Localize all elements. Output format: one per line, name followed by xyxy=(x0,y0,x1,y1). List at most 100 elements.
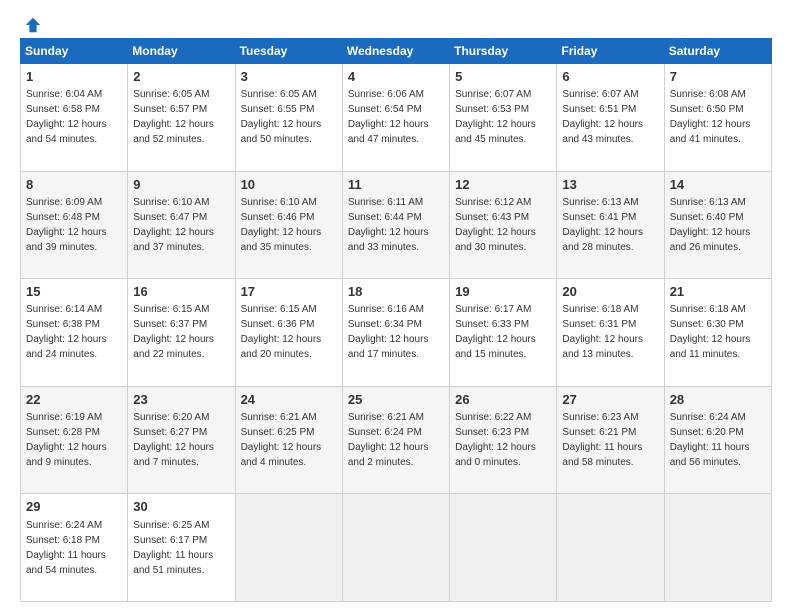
day-sunrise: Sunrise: 6:25 AM xyxy=(133,520,209,531)
day-sunrise: Sunrise: 6:14 AM xyxy=(26,304,102,315)
logo-icon xyxy=(24,16,42,34)
calendar-cell xyxy=(342,494,449,602)
day-number: 22 xyxy=(26,391,122,409)
day-number: 14 xyxy=(670,176,766,194)
day-daylight: Daylight: 12 hours and 28 minutes. xyxy=(562,227,643,253)
day-sunrise: Sunrise: 6:22 AM xyxy=(455,412,531,423)
day-sunrise: Sunrise: 6:18 AM xyxy=(562,304,638,315)
day-sunrise: Sunrise: 6:24 AM xyxy=(670,412,746,423)
calendar-cell: 10 Sunrise: 6:10 AM Sunset: 6:46 PM Dayligh… xyxy=(235,171,342,279)
col-header-sunday: Sunday xyxy=(21,39,128,64)
day-sunset: Sunset: 6:24 PM xyxy=(348,427,422,438)
day-number: 28 xyxy=(670,391,766,409)
day-daylight: Daylight: 12 hours and 43 minutes. xyxy=(562,119,643,145)
day-sunrise: Sunrise: 6:06 AM xyxy=(348,89,424,100)
col-header-monday: Monday xyxy=(128,39,235,64)
day-number: 10 xyxy=(241,176,337,194)
day-daylight: Daylight: 12 hours and 35 minutes. xyxy=(241,227,322,253)
calendar-cell: 19Sunrise: 6:17 AMSunset: 6:33 PMDayligh… xyxy=(450,279,557,387)
day-sunset: Sunset: 6:46 PM xyxy=(241,212,315,223)
calendar-cell: 8Sunrise: 6:09 AMSunset: 6:48 PMDaylight… xyxy=(21,171,128,279)
day-daylight: Daylight: 12 hours and 7 minutes. xyxy=(133,442,214,468)
day-sunset: Sunset: 6:55 PM xyxy=(241,104,315,115)
day-daylight: Daylight: 11 hours and 51 minutes. xyxy=(133,550,213,576)
col-header-tuesday: Tuesday xyxy=(235,39,342,64)
day-sunset: Sunset: 6:18 PM xyxy=(26,535,100,546)
calendar-cell: 12Sunrise: 6:12 AMSunset: 6:43 PMDayligh… xyxy=(450,171,557,279)
calendar-cell: 26Sunrise: 6:22 AMSunset: 6:23 PMDayligh… xyxy=(450,386,557,494)
calendar-cell: 15Sunrise: 6:14 AMSunset: 6:38 PMDayligh… xyxy=(21,279,128,387)
day-sunrise: Sunrise: 6:13 AM xyxy=(562,197,638,208)
day-daylight: Daylight: 12 hours and 0 minutes. xyxy=(455,442,536,468)
day-number: 3 xyxy=(241,68,337,86)
day-sunrise: Sunrise: 6:21 AM xyxy=(241,412,317,423)
day-number: 2 xyxy=(133,68,229,86)
calendar-cell: 29Sunrise: 6:24 AMSunset: 6:18 PMDayligh… xyxy=(21,494,128,602)
day-sunset: Sunset: 6:20 PM xyxy=(670,427,744,438)
day-number: 6 xyxy=(562,68,658,86)
day-sunrise: Sunrise: 6:23 AM xyxy=(562,412,638,423)
day-daylight: Daylight: 12 hours and 17 minutes. xyxy=(348,334,429,360)
day-sunrise: Sunrise: 6:24 AM xyxy=(26,520,102,531)
calendar-cell: 18Sunrise: 6:16 AMSunset: 6:34 PMDayligh… xyxy=(342,279,449,387)
calendar-cell xyxy=(450,494,557,602)
day-number: 27 xyxy=(562,391,658,409)
day-sunset: Sunset: 6:34 PM xyxy=(348,319,422,330)
calendar-cell: 6Sunrise: 6:07 AMSunset: 6:51 PMDaylight… xyxy=(557,64,664,172)
calendar-cell: 11Sunrise: 6:11 AMSunset: 6:44 PMDayligh… xyxy=(342,171,449,279)
day-sunset: Sunset: 6:17 PM xyxy=(133,535,207,546)
day-sunrise: Sunrise: 6:05 AM xyxy=(133,89,209,100)
calendar-cell: 5Sunrise: 6:07 AMSunset: 6:53 PMDaylight… xyxy=(450,64,557,172)
calendar-cell: 13Sunrise: 6:13 AMSunset: 6:41 PMDayligh… xyxy=(557,171,664,279)
day-sunset: Sunset: 6:57 PM xyxy=(133,104,207,115)
calendar-cell: 16Sunrise: 6:15 AMSunset: 6:37 PMDayligh… xyxy=(128,279,235,387)
calendar-header-row: SundayMondayTuesdayWednesdayThursdayFrid… xyxy=(21,39,772,64)
day-number: 17 xyxy=(241,283,337,301)
calendar-cell: 25Sunrise: 6:21 AMSunset: 6:24 PMDayligh… xyxy=(342,386,449,494)
day-sunset: Sunset: 6:44 PM xyxy=(348,212,422,223)
calendar-cell xyxy=(557,494,664,602)
day-sunrise: Sunrise: 6:07 AM xyxy=(455,89,531,100)
day-daylight: Daylight: 12 hours and 15 minutes. xyxy=(455,334,536,360)
day-sunrise: Sunrise: 6:17 AM xyxy=(455,304,531,315)
calendar-cell xyxy=(235,494,342,602)
day-daylight: Daylight: 12 hours and 11 minutes. xyxy=(670,334,751,360)
day-number: 30 xyxy=(133,498,229,516)
calendar-cell: 17Sunrise: 6:15 AMSunset: 6:36 PMDayligh… xyxy=(235,279,342,387)
day-daylight: Daylight: 12 hours and 20 minutes. xyxy=(241,334,322,360)
day-daylight: Daylight: 11 hours and 54 minutes. xyxy=(26,550,106,576)
col-header-friday: Friday xyxy=(557,39,664,64)
calendar-cell: 23Sunrise: 6:20 AMSunset: 6:27 PMDayligh… xyxy=(128,386,235,494)
day-sunrise: Sunrise: 6:13 AM xyxy=(670,197,746,208)
day-daylight: Daylight: 12 hours and 33 minutes. xyxy=(348,227,429,253)
day-sunset: Sunset: 6:28 PM xyxy=(26,427,100,438)
header xyxy=(20,16,772,30)
calendar-week-4: 22Sunrise: 6:19 AMSunset: 6:28 PMDayligh… xyxy=(21,386,772,494)
day-daylight: Daylight: 12 hours and 47 minutes. xyxy=(348,119,429,145)
day-sunset: Sunset: 6:23 PM xyxy=(455,427,529,438)
page: SundayMondayTuesdayWednesdayThursdayFrid… xyxy=(0,0,792,612)
day-sunrise: Sunrise: 6:15 AM xyxy=(133,304,209,315)
day-number: 13 xyxy=(562,176,658,194)
day-sunset: Sunset: 6:27 PM xyxy=(133,427,207,438)
calendar-cell: 2Sunrise: 6:05 AMSunset: 6:57 PMDaylight… xyxy=(128,64,235,172)
day-sunrise: Sunrise: 6:10 AM xyxy=(241,197,317,208)
day-sunset: Sunset: 6:31 PM xyxy=(562,319,636,330)
calendar-cell xyxy=(664,494,771,602)
day-daylight: Daylight: 12 hours and 54 minutes. xyxy=(26,119,107,145)
day-number: 16 xyxy=(133,283,229,301)
day-number: 7 xyxy=(670,68,766,86)
calendar-week-3: 15Sunrise: 6:14 AMSunset: 6:38 PMDayligh… xyxy=(21,279,772,387)
day-sunset: Sunset: 6:40 PM xyxy=(670,212,744,223)
day-daylight: Daylight: 12 hours and 39 minutes. xyxy=(26,227,107,253)
day-sunset: Sunset: 6:25 PM xyxy=(241,427,315,438)
day-daylight: Daylight: 11 hours and 58 minutes. xyxy=(562,442,642,468)
calendar-cell: 22Sunrise: 6:19 AMSunset: 6:28 PMDayligh… xyxy=(21,386,128,494)
day-daylight: Daylight: 12 hours and 45 minutes. xyxy=(455,119,536,145)
day-sunrise: Sunrise: 6:15 AM xyxy=(241,304,317,315)
day-daylight: Daylight: 12 hours and 24 minutes. xyxy=(26,334,107,360)
day-sunset: Sunset: 6:58 PM xyxy=(26,104,100,115)
day-sunset: Sunset: 6:33 PM xyxy=(455,319,529,330)
calendar-table: SundayMondayTuesdayWednesdayThursdayFrid… xyxy=(20,38,772,602)
calendar-cell: 27Sunrise: 6:23 AMSunset: 6:21 PMDayligh… xyxy=(557,386,664,494)
